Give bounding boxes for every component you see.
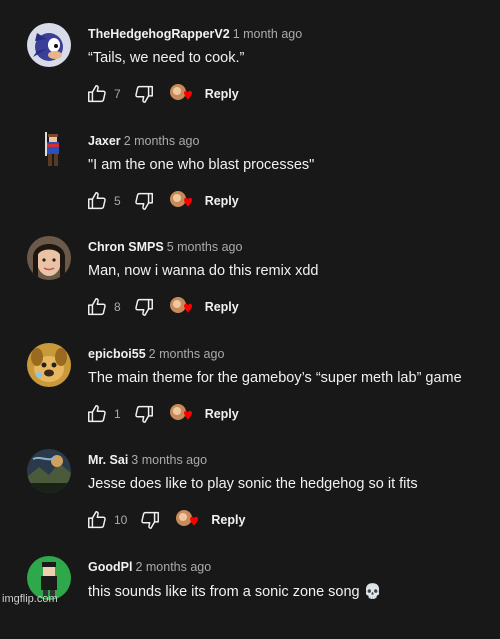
author-name[interactable]: TheHedgehogRapperV2 — [88, 27, 230, 41]
reply-button[interactable]: Reply — [205, 300, 239, 314]
author-name[interactable]: GoodPl — [88, 560, 132, 574]
creator-heart-icon — [169, 296, 195, 318]
comment-header: Chron SMPS5 months ago — [88, 240, 242, 254]
comment-header: Mr. Sai3 months ago — [88, 453, 207, 467]
dog-avatar[interactable] — [27, 343, 71, 387]
comment-actions: 10 Reply — [86, 508, 245, 532]
comment-text: “Tails, we need to cook.” — [88, 50, 244, 66]
reply-button[interactable]: Reply — [205, 194, 239, 208]
comment-actions: 7 Reply — [86, 82, 239, 106]
like-count: 5 — [114, 194, 121, 208]
reply-button[interactable]: Reply — [205, 407, 239, 421]
creator-heart-icon — [169, 403, 195, 425]
comment-text: Jesse does like to play sonic the hedgeh… — [88, 476, 418, 492]
comment-header: epicboi552 months ago — [88, 347, 224, 361]
comment-header: Jaxer2 months ago — [88, 134, 199, 148]
timestamp[interactable]: 2 months ago — [135, 560, 211, 574]
thumbs-up-icon[interactable] — [86, 296, 108, 318]
comment: Mr. Sai3 months ago Jesse does like to p… — [0, 426, 500, 533]
comment-header: TheHedgehogRapperV21 month ago — [88, 27, 302, 41]
reply-button[interactable]: Reply — [205, 87, 239, 101]
scenic-avatar[interactable] — [27, 449, 71, 493]
thumbs-down-icon[interactable] — [133, 403, 155, 425]
comment: epicboi552 months ago The main theme for… — [0, 320, 500, 427]
like-count: 1 — [114, 407, 121, 421]
creator-heart-icon — [169, 190, 195, 212]
like-count: 7 — [114, 87, 121, 101]
like-count: 8 — [114, 300, 121, 314]
author-name[interactable]: Mr. Sai — [88, 453, 128, 467]
thumbs-down-icon[interactable] — [133, 296, 155, 318]
thumbs-up-icon[interactable] — [86, 83, 108, 105]
thumbs-down-icon[interactable] — [133, 83, 155, 105]
imgflip-watermark: imgflip.com — [2, 593, 58, 605]
thumbs-down-icon[interactable] — [133, 190, 155, 212]
comment-text: Man, now i wanna do this remix xdd — [88, 263, 319, 279]
comment-header: GoodPl2 months ago — [88, 560, 211, 574]
face-avatar[interactable] — [27, 236, 71, 280]
like-count: 10 — [114, 513, 127, 527]
comment-text: "I am the one who blast processes" — [88, 157, 314, 173]
author-name[interactable]: epicboi55 — [88, 347, 146, 361]
comment-actions: 5 Reply — [86, 189, 239, 213]
comment: GoodPl2 months ago this sounds like its … — [0, 533, 500, 639]
creator-heart-icon — [175, 509, 201, 531]
timestamp[interactable]: 1 month ago — [233, 27, 303, 41]
author-name[interactable]: Chron SMPS — [88, 240, 164, 254]
comment-actions: 8 Reply — [86, 295, 239, 319]
timestamp[interactable]: 3 months ago — [131, 453, 207, 467]
thumbs-up-icon[interactable] — [86, 403, 108, 425]
sonic-avatar[interactable] — [27, 23, 71, 67]
timestamp[interactable]: 2 months ago — [149, 347, 225, 361]
comment-actions: 1 Reply — [86, 402, 239, 426]
comment: Jaxer2 months ago "I am the one who blas… — [0, 107, 500, 214]
comment-list: TheHedgehogRapperV21 month ago “Tails, w… — [0, 0, 500, 639]
author-name[interactable]: Jaxer — [88, 134, 121, 148]
pixel-character-avatar[interactable] — [27, 130, 71, 174]
timestamp[interactable]: 5 months ago — [167, 240, 243, 254]
thumbs-up-icon[interactable] — [86, 509, 108, 531]
creator-heart-icon — [169, 83, 195, 105]
comment-text: The main theme for the gameboy’s “super … — [88, 370, 462, 386]
comment: TheHedgehogRapperV21 month ago “Tails, w… — [0, 0, 500, 107]
comment: Chron SMPS5 months ago Man, now i wanna … — [0, 213, 500, 320]
reply-button[interactable]: Reply — [211, 513, 245, 527]
timestamp[interactable]: 2 months ago — [124, 134, 200, 148]
comment-text: this sounds like its from a sonic zone s… — [88, 583, 382, 600]
thumbs-up-icon[interactable] — [86, 190, 108, 212]
thumbs-down-icon[interactable] — [139, 509, 161, 531]
